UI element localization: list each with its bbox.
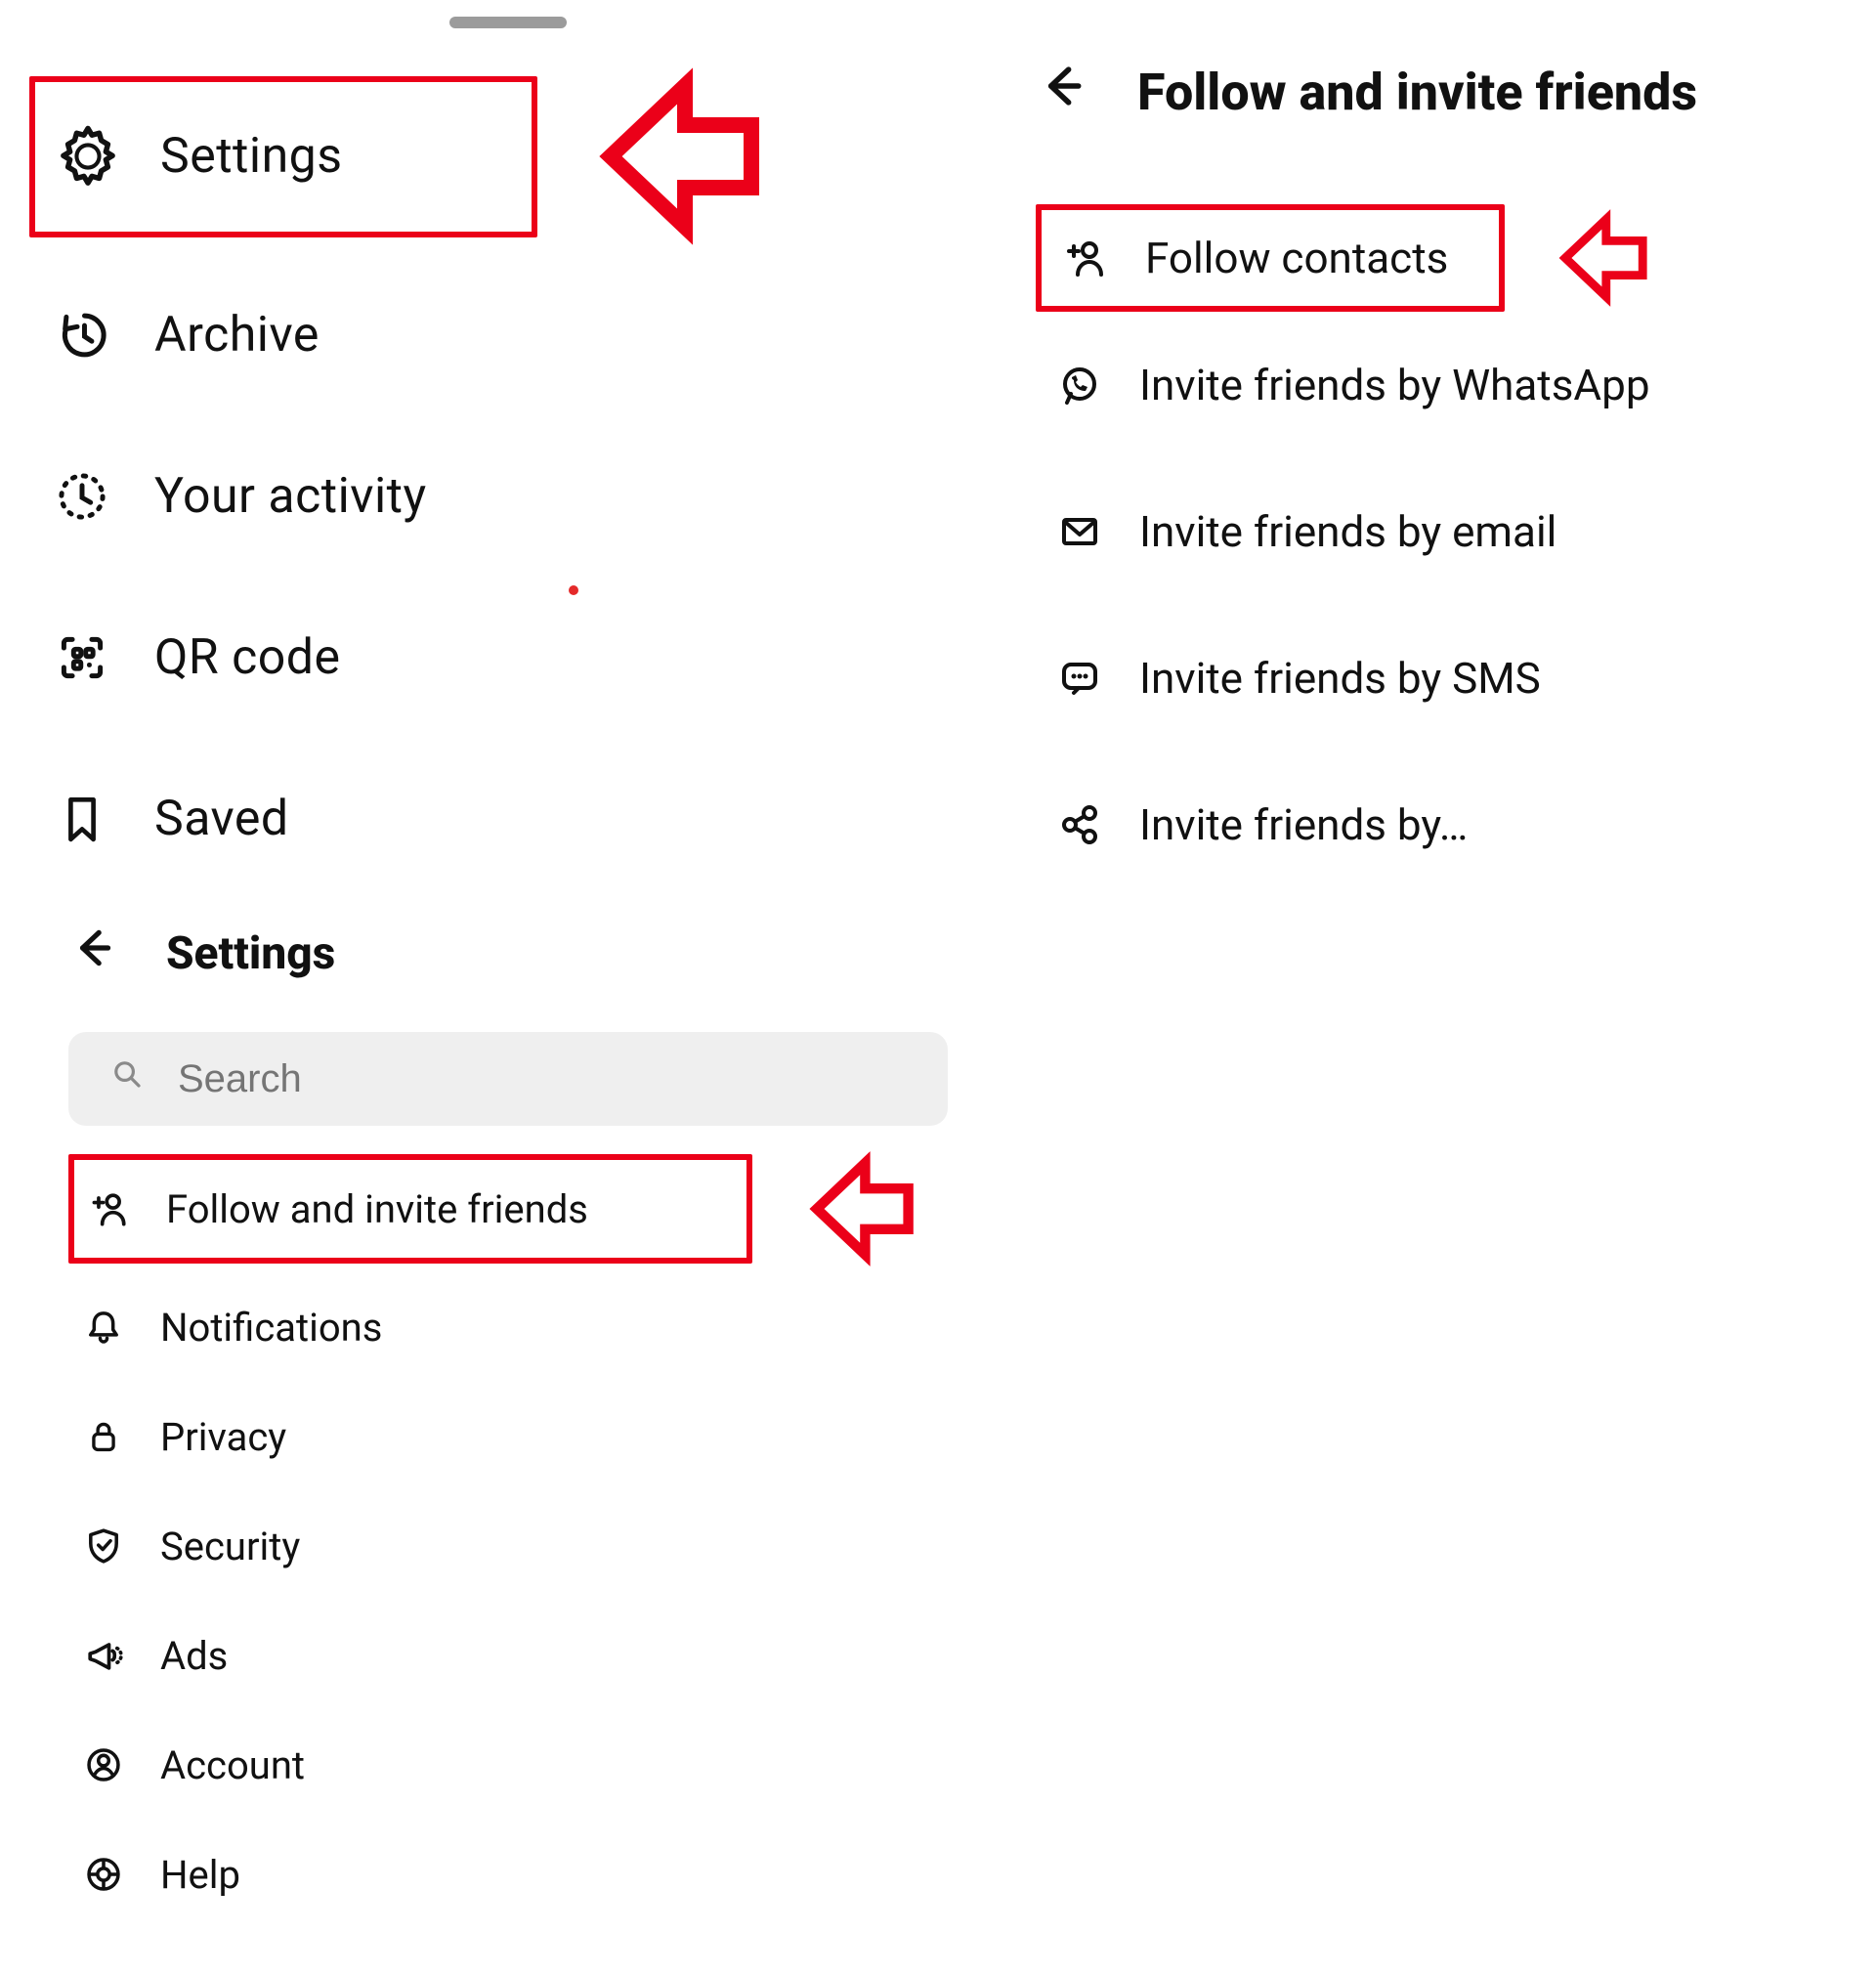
menu-item-settings[interactable]: Settings — [29, 76, 537, 237]
add-person-icon — [1059, 234, 1112, 282]
side-menu: Settings Archive Your activity — [0, 0, 1016, 899]
settings-list: Follow and invite friends Notifications … — [0, 1136, 1016, 1929]
invite-item-label: Invite friends by SMS — [1139, 653, 1541, 704]
megaphone-icon — [80, 1633, 127, 1678]
settings-item-label: Security — [160, 1524, 300, 1569]
menu-item-label: Settings — [160, 128, 343, 185]
invite-item-follow-contacts[interactable]: Follow contacts — [1036, 204, 1505, 312]
invite-item-label: Invite friends by email — [1139, 506, 1556, 557]
bell-icon — [80, 1306, 127, 1349]
bookmark-icon — [49, 791, 115, 847]
invite-item-email[interactable]: Invite friends by email — [1036, 458, 1876, 605]
qr-code-icon — [49, 627, 115, 688]
menu-item-label: Your activity — [154, 468, 427, 525]
menu-item-label: Saved — [154, 791, 289, 847]
account-icon — [80, 1743, 127, 1786]
settings-item-label: Privacy — [160, 1414, 286, 1460]
back-icon[interactable] — [68, 923, 119, 985]
menu-item-label: QR code — [154, 629, 341, 686]
menu-item-archive[interactable]: Archive — [29, 254, 1016, 415]
invite-item-sms[interactable]: Invite friends by SMS — [1036, 605, 1876, 751]
shield-icon — [80, 1524, 127, 1567]
callout-arrow-left-icon — [567, 59, 772, 254]
callout-arrow-left-icon — [1534, 204, 1661, 312]
mail-icon — [1053, 507, 1106, 556]
settings-header: Settings — [0, 899, 1016, 1009]
lock-icon — [80, 1416, 127, 1457]
settings-item-label: Account — [160, 1742, 305, 1788]
sms-icon — [1053, 654, 1106, 703]
search-icon — [107, 1054, 147, 1103]
invite-item-whatsapp[interactable]: Invite friends by WhatsApp — [1036, 312, 1876, 458]
invite-item-share[interactable]: Invite friends by… — [1036, 751, 1876, 898]
menu-item-qr-code[interactable]: QR code — [29, 577, 1016, 738]
settings-item-label: Follow and invite friends — [166, 1186, 588, 1232]
settings-item-ads[interactable]: Ads — [68, 1601, 971, 1710]
invite-list: Follow contacts Invite friends by WhatsA… — [1016, 165, 1876, 898]
callout-arrow-left-icon — [782, 1145, 928, 1272]
follow-header: Follow and invite friends — [1016, 20, 1876, 165]
settings-title: Settings — [166, 927, 335, 980]
invite-item-label: Invite friends by WhatsApp — [1139, 360, 1650, 410]
menu-item-label: Archive — [154, 307, 320, 364]
add-person-icon — [86, 1186, 133, 1231]
drag-handle[interactable] — [449, 17, 567, 28]
menu-item-saved[interactable]: Saved — [29, 738, 1016, 899]
settings-item-account[interactable]: Account — [68, 1710, 971, 1820]
back-icon[interactable] — [1036, 59, 1090, 126]
menu-item-your-activity[interactable]: Your activity — [29, 415, 1016, 577]
help-icon — [80, 1853, 127, 1896]
settings-item-help[interactable]: Help — [68, 1820, 971, 1929]
search-field[interactable] — [176, 1056, 909, 1102]
settings-item-notifications[interactable]: Notifications — [68, 1272, 971, 1382]
settings-item-label: Ads — [160, 1633, 228, 1679]
settings-item-label: Help — [160, 1852, 240, 1898]
red-dot-decoration — [569, 585, 578, 595]
follow-title: Follow and invite friends — [1137, 63, 1697, 122]
settings-item-privacy[interactable]: Privacy — [68, 1382, 971, 1491]
whatsapp-icon — [1053, 361, 1106, 409]
share-icon — [1053, 800, 1106, 849]
history-icon — [49, 305, 115, 365]
search-input[interactable] — [68, 1032, 948, 1126]
activity-icon — [49, 466, 115, 527]
settings-item-label: Notifications — [160, 1305, 382, 1351]
invite-item-label: Follow contacts — [1145, 233, 1448, 283]
settings-item-follow-invite[interactable]: Follow and invite friends — [68, 1154, 752, 1264]
invite-item-label: Invite friends by… — [1139, 799, 1468, 850]
settings-item-security[interactable]: Security — [68, 1491, 971, 1601]
gear-icon — [55, 123, 121, 190]
